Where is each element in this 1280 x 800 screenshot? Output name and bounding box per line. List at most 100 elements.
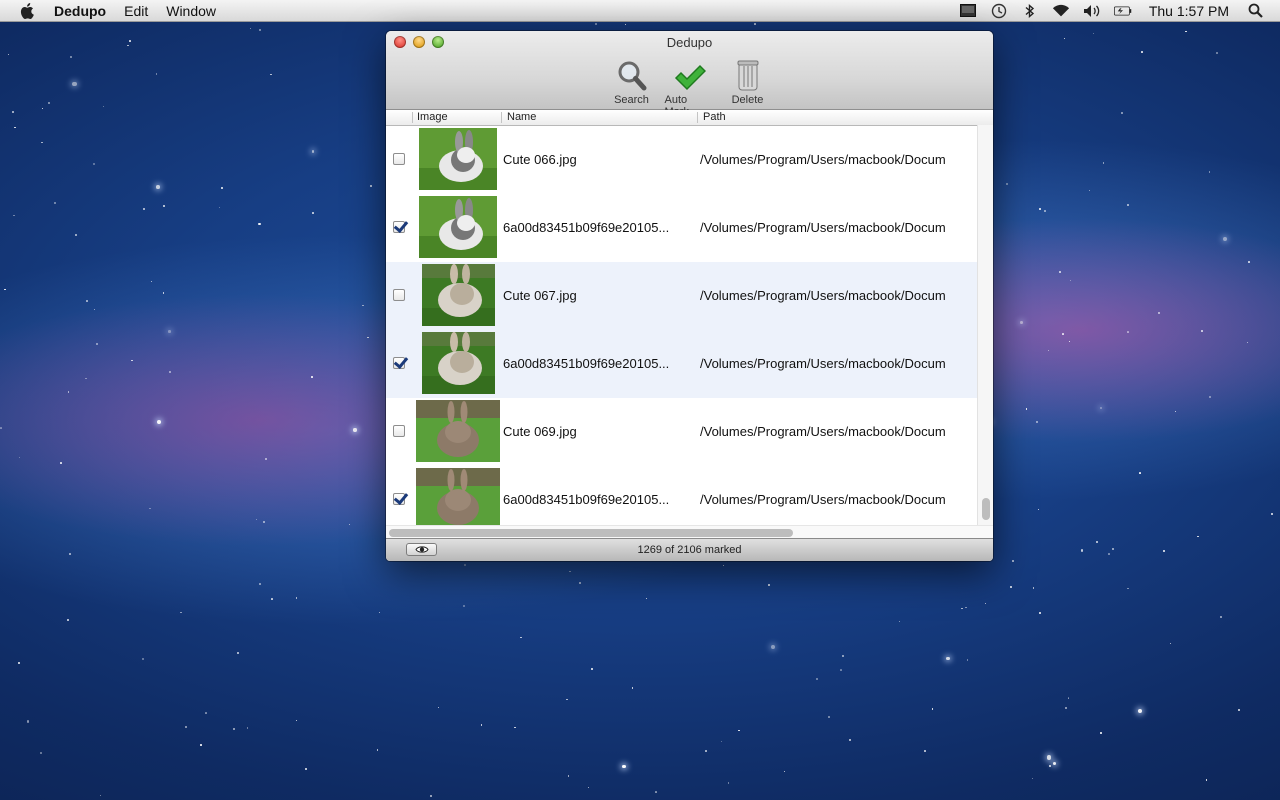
column-header-path[interactable]: Path [703,111,726,123]
star [232,727,235,730]
menu-window[interactable]: Window [166,3,216,19]
star [265,458,268,461]
mark-checkbox[interactable] [393,493,405,505]
column-header-name[interactable]: Name [507,111,536,123]
table-header: Image Name Path [386,110,993,126]
mark-checkbox[interactable] [393,153,405,165]
mark-checkbox[interactable] [393,357,405,369]
star [1121,111,1124,114]
vertical-scrollbar[interactable] [977,125,993,525]
star [271,598,274,600]
star [1111,548,1114,551]
star [1200,329,1203,332]
star [1127,204,1129,206]
star [1092,33,1095,35]
thumbnail-image [422,264,495,326]
star [727,782,730,785]
star [849,739,851,741]
star [156,185,160,189]
window-titlebar[interactable]: Dedupo Search Auto Mark [386,31,993,118]
table-row[interactable]: Cute 069.jpg /Volumes/Program/Users/macb… [386,398,978,466]
star [1247,342,1249,344]
star [237,651,239,654]
star [200,743,203,746]
star [841,655,844,658]
search-button[interactable]: Search [607,58,657,118]
star [1088,190,1090,192]
thumbnail-image [419,196,497,258]
star [311,150,315,154]
star [931,708,934,711]
star [262,520,265,524]
mark-checkbox[interactable] [393,425,405,437]
checkmark-icon [674,58,706,92]
star [723,564,725,566]
star [464,564,467,567]
star [480,723,483,726]
star [255,518,258,520]
table-row[interactable]: 6a00d83451b09f69e20105... /Volumes/Progr… [386,194,978,262]
table-row[interactable]: Cute 067.jpg /Volumes/Program/Users/macb… [386,262,978,330]
mark-checkbox[interactable] [393,289,405,301]
menu-edit[interactable]: Edit [124,3,148,19]
horizontal-scroll-thumb[interactable] [389,529,793,537]
star [768,583,771,586]
star [184,726,187,729]
star [965,607,967,609]
display-icon[interactable] [959,3,977,19]
star [961,607,963,610]
star [1102,161,1105,164]
star [816,677,819,680]
apple-menu-icon[interactable] [16,0,38,22]
star [1216,51,1218,54]
star [898,620,901,623]
thumbnail-image [416,468,500,526]
star [162,292,165,294]
file-name: 6a00d83451b09f69e20105... [503,220,670,235]
star [92,162,95,165]
star [1064,37,1066,40]
star [151,280,153,283]
star [923,750,926,752]
star [1038,207,1041,210]
star [1069,340,1071,342]
star [68,552,71,555]
spotlight-icon[interactable] [1246,3,1264,19]
status-bar: 1269 of 2106 marked [386,538,993,561]
star [295,597,298,599]
wifi-icon[interactable] [1052,3,1070,19]
battery-icon[interactable] [1113,3,1132,19]
star [1032,778,1034,780]
star [305,767,308,770]
star [1238,709,1240,711]
star [754,23,756,25]
table-row[interactable]: 6a00d83451b09f69e20105... /Volumes/Progr… [386,330,978,398]
menu-app-name[interactable]: Dedupo [54,3,106,19]
star [1039,612,1042,615]
star [966,659,968,661]
vertical-scroll-thumb[interactable] [982,498,990,520]
star [41,107,44,110]
bluetooth-icon[interactable] [1021,3,1039,19]
menubar-clock[interactable]: Thu 1:57 PM [1149,3,1229,19]
star [1080,549,1083,552]
star [783,771,786,773]
volume-icon[interactable] [1083,3,1101,19]
mark-checkbox[interactable] [393,221,405,233]
table-row[interactable]: Cute 066.jpg /Volumes/Program/Users/macb… [386,126,978,194]
time-machine-icon[interactable] [990,3,1008,19]
auto-mark-button[interactable]: Auto Mark [665,58,715,118]
toolbar: Search Auto Mark Delete [386,58,993,118]
star [579,581,582,584]
delete-button[interactable]: Delete [723,58,773,118]
star [463,604,466,607]
dedupo-window: Dedupo Search Auto Mark [386,31,993,561]
star [569,570,571,573]
column-header-image[interactable]: Image [417,111,448,123]
star [258,223,261,226]
star [827,716,830,718]
star [1138,472,1141,474]
star [41,141,43,143]
table-row[interactable]: 6a00d83451b09f69e20105... /Volumes/Progr… [386,466,978,526]
star [0,426,2,429]
